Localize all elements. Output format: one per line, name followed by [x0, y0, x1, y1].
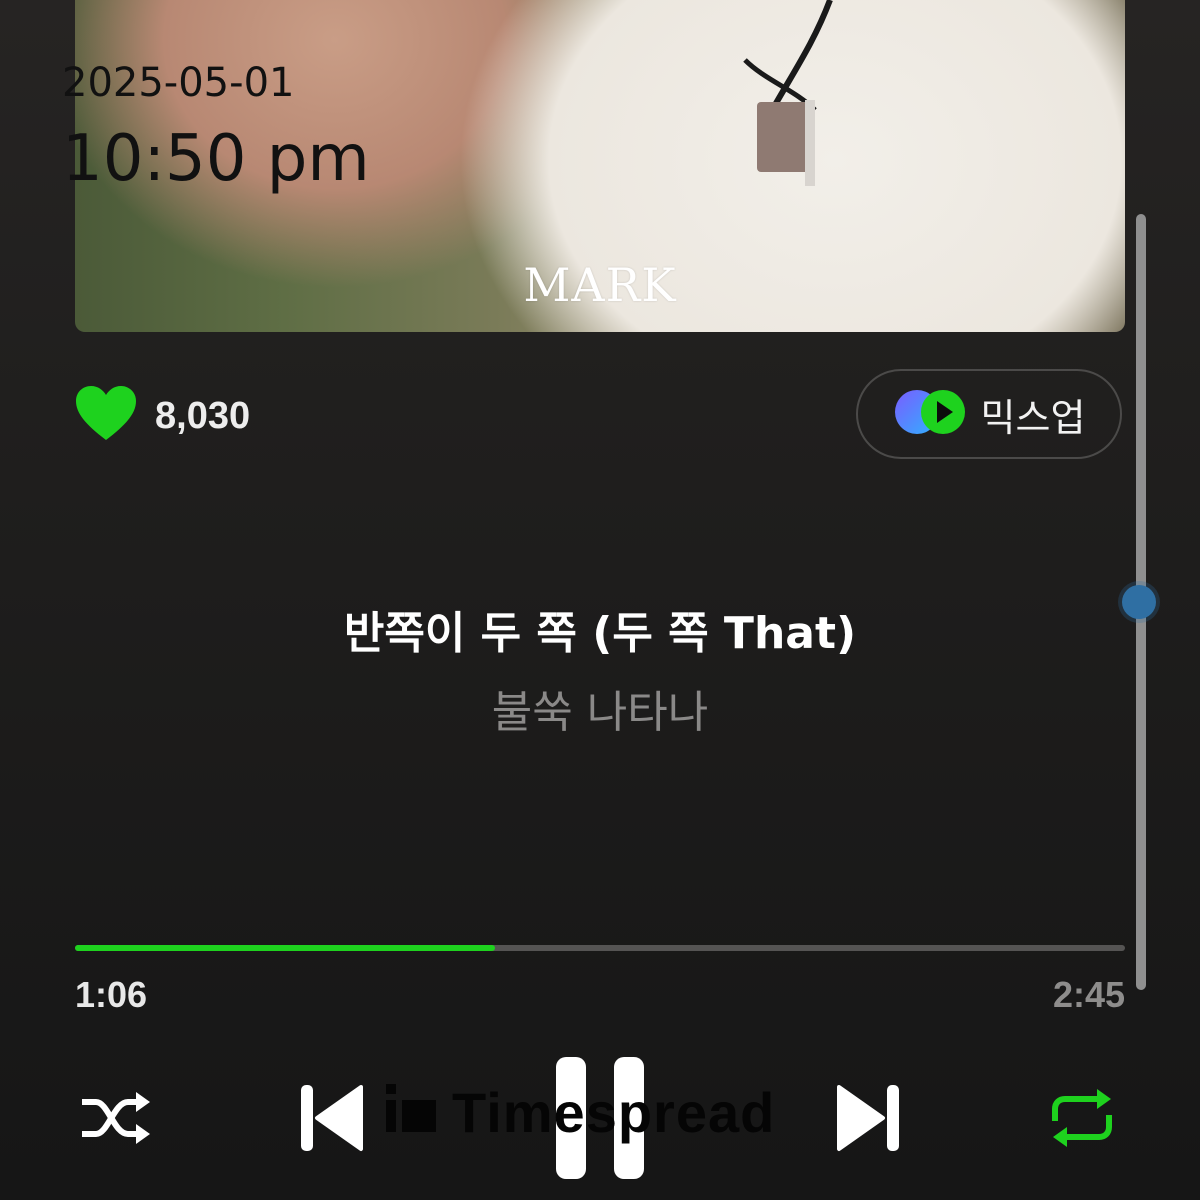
elapsed-time: 1:06	[75, 974, 148, 1015]
lyric-next-line[interactable]: 불쑥 나타나	[0, 676, 1200, 740]
overlay-time: 10:50 pm	[62, 122, 370, 196]
album-artwork-title: MARK	[523, 258, 677, 312]
lyric-current-line[interactable]: 반쪽이 두 쪽 (두 쪽 That)	[0, 597, 1200, 661]
mixup-button[interactable]: 믹스업	[856, 369, 1122, 459]
timespread-watermark: Timespread	[386, 1080, 775, 1145]
music-player-screen: MARK 2025-05-01 10:50 pm 8,030 믹스업 반쪽이 두…	[0, 0, 1200, 1200]
mixup-label: 믹스업	[980, 395, 1086, 440]
mixup-icon	[893, 388, 967, 440]
like-count: 8,030	[155, 394, 251, 437]
necklace-illustration	[743, 0, 833, 186]
playback-progress-bar[interactable]	[75, 945, 1125, 951]
playback-progress-fill	[75, 945, 495, 951]
repeat-icon	[1047, 1087, 1117, 1153]
shuffle-button[interactable]	[78, 1088, 154, 1152]
next-track-button[interactable]	[836, 1084, 902, 1156]
skip-previous-icon	[299, 1083, 363, 1157]
heart-icon[interactable]	[75, 386, 137, 446]
overlay-date: 2025-05-01	[62, 60, 295, 106]
timespread-watermark-text: Timespread	[452, 1081, 776, 1144]
like-control[interactable]: 8,030	[75, 386, 250, 446]
timespread-logo-icon	[386, 1080, 436, 1145]
total-time: 2:45	[1052, 974, 1125, 1015]
previous-track-button[interactable]	[298, 1084, 364, 1156]
repeat-button[interactable]	[1046, 1088, 1118, 1152]
shuffle-icon	[80, 1090, 152, 1150]
scrollbar-handle[interactable]	[1122, 585, 1156, 619]
skip-next-icon	[837, 1083, 901, 1157]
